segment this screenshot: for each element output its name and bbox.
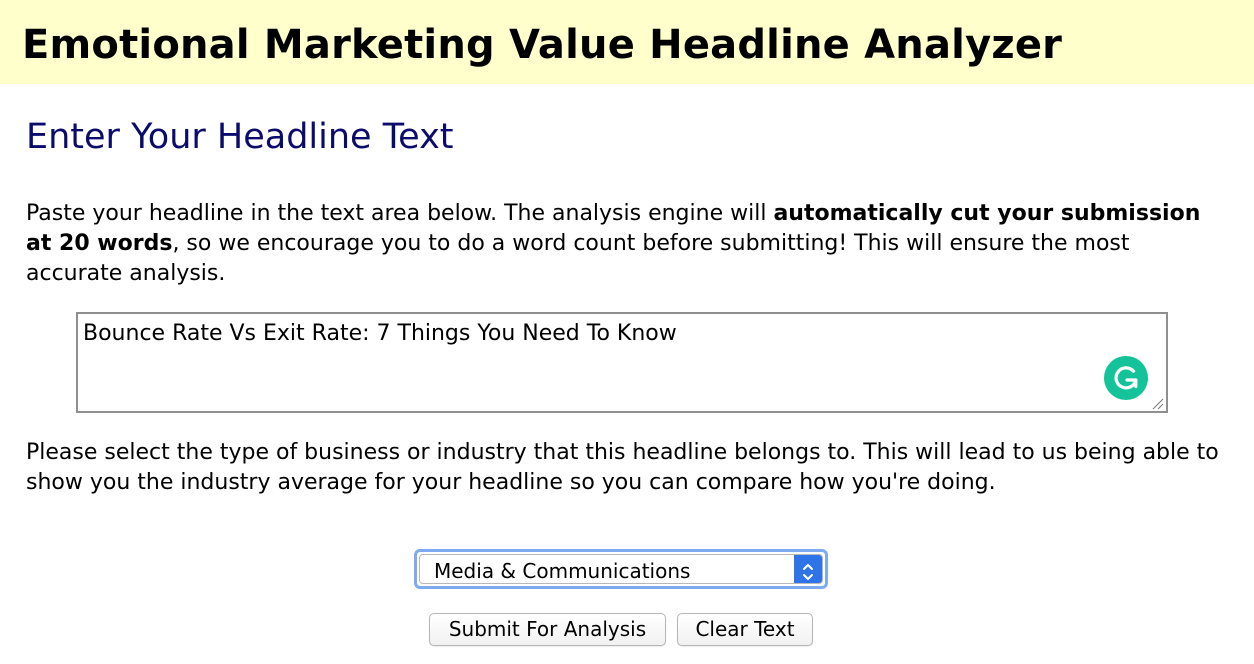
headline-textarea[interactable]: Bounce Rate Vs Exit Rate: 7 Things You N… xyxy=(78,314,1166,411)
page-title: Emotional Marketing Value Headline Analy… xyxy=(22,22,1063,68)
resize-grip-icon[interactable] xyxy=(1150,395,1164,410)
headline-textarea-container: Bounce Rate Vs Exit Rate: 7 Things You N… xyxy=(76,312,1168,413)
intro-paragraph: Paste your headline in the text area bel… xyxy=(26,199,1226,289)
header-banner: Emotional Marketing Value Headline Analy… xyxy=(0,0,1254,84)
intro-text-end: , so we encourage you to do a word count… xyxy=(26,231,1130,286)
up-down-chevron-icon[interactable] xyxy=(794,555,822,583)
industry-select-inner: Media & Communications xyxy=(419,554,823,584)
grammarly-g-icon[interactable] xyxy=(1104,356,1148,400)
submit-analysis-button[interactable]: Submit For Analysis xyxy=(429,613,666,646)
industry-select[interactable]: Media & Communications xyxy=(414,549,828,589)
industry-select-value: Media & Communications xyxy=(434,559,691,583)
section-title: Enter Your Headline Text xyxy=(26,117,454,157)
clear-text-button[interactable]: Clear Text xyxy=(677,613,813,646)
industry-prompt: Please select the type of business or in… xyxy=(26,440,1219,495)
intro-text-start: Paste your headline in the text area bel… xyxy=(26,201,774,226)
